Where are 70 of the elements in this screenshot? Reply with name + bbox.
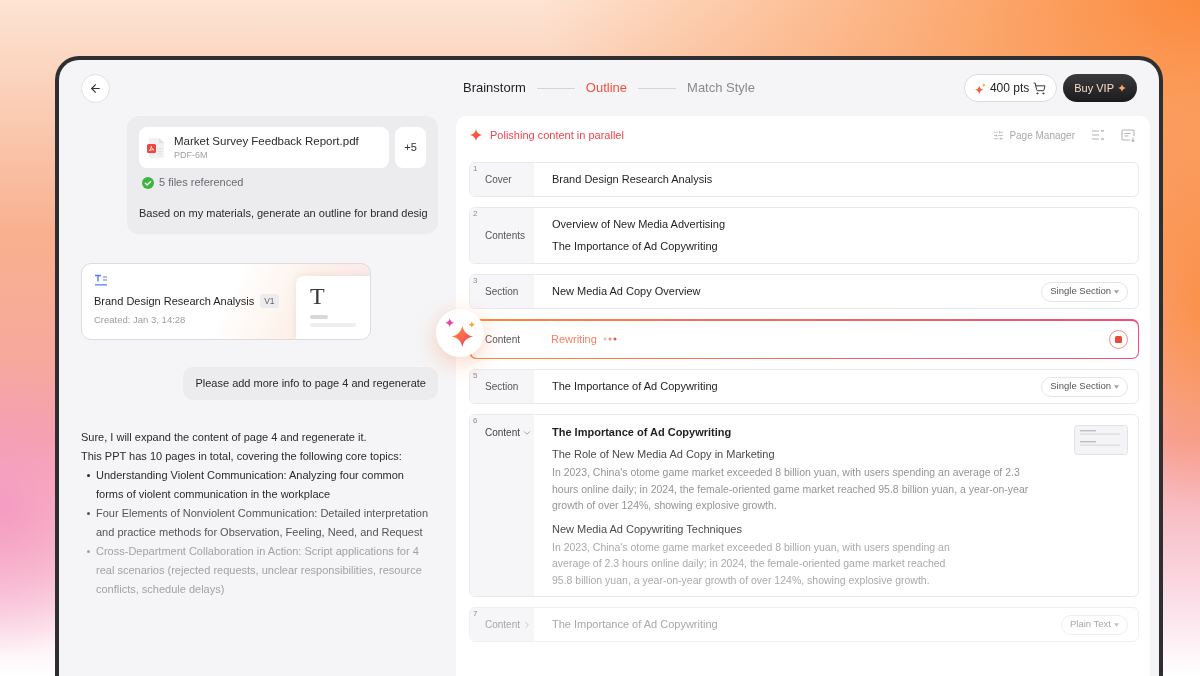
row-type-label: Cover (485, 173, 512, 186)
layout-dropdown[interactable]: Single Section (1041, 281, 1128, 302)
created-date: Created: Jan 3, 14:28 (94, 314, 186, 326)
reply-text: Sure, I will expand the content of page 4 and regenerate it. (81, 430, 368, 445)
outline-text: The Importance of Ad Copywriting (552, 618, 718, 631)
caret-icon (1114, 622, 1119, 627)
page-number: 3 (473, 276, 478, 285)
sliders-icon (993, 129, 1005, 141)
file-name: Market Survey Feedback Report.pdf (174, 134, 359, 148)
page-number: 6 (473, 416, 478, 425)
section-body: In 2023, China's otome game market exceeded 8 billion yuan, with users spending an average of 2.3 hours online daily; in 2024, the female-oriented game market reached 95.8 billion yuan, a year-on-year growth of over 124%, showing explosive growth. (552, 465, 1030, 513)
bullet-icon (87, 550, 90, 553)
document-title: Brand Design Research Analysis (94, 294, 255, 308)
collapse-toggle[interactable]: Content (485, 426, 533, 439)
list-item-text: Cross-Department Collaboration in Action: Script applications for 4 real scenarios (rejected requests, unclear responsibilities, resource conflicts, schedule delays) (96, 544, 423, 597)
layout-dropdown[interactable]: Single Section (1041, 376, 1128, 397)
rewriting-status: Rewriting (551, 332, 597, 346)
stop-icon (1114, 335, 1122, 343)
reply-text: This PPT has 10 pages in total, covering the following core topics: (81, 449, 403, 464)
section-heading: New Media Ad Copywriting Techniques (552, 521, 742, 536)
back-button[interactable] (81, 73, 110, 103)
step-tab[interactable]: Brainstorm (463, 80, 526, 96)
sparkles-icon (974, 82, 986, 94)
vip-button[interactable]: Buy VIP (1063, 74, 1137, 102)
list-item-text: Four Elements of Nonviolent Communication: Detailed interpretation and practice methods for Observation, Feeling, Need, and Request (96, 506, 429, 540)
referenced-label: 5 files referenced (159, 176, 244, 189)
document-arrow-icon[interactable] (1121, 128, 1136, 142)
sparkle-icon (470, 129, 482, 141)
outline-text: Overview of New Media Advertising (552, 218, 725, 231)
version-badge: V1 (260, 294, 279, 308)
slide-thumbnail-drawing (1074, 425, 1128, 455)
bullet-icon (87, 474, 90, 477)
text-format-icon (94, 274, 108, 286)
slide-title: The Importance of Ad Copywriting (552, 425, 732, 439)
outline-text: The Importance of Ad Copywriting (552, 240, 719, 253)
row-type-label: Content (485, 332, 521, 346)
file-card[interactable]: Market Survey Feedback Report.pdf PDF-6M (139, 127, 389, 168)
document-card[interactable]: Brand Design Research Analysis V1 Created: Jan 3, 14:28 T (81, 263, 371, 340)
section-body: In 2023, China's otome game market exceeded 8 billion yuan, with users spending an average of 2.3 hours online daily; in 2024, the female-oriented game market reached 95.8 billion yuan, a year-on-year growth of over 124%, showing explosive growth. (552, 539, 951, 588)
row-type-label: Contents (485, 229, 526, 242)
message-bubble: Please add more info to page 4 and regenerate (183, 367, 438, 400)
page-number: 1 (473, 164, 478, 173)
bullet-icon (87, 512, 90, 515)
loading-dots-icon (602, 337, 617, 341)
points-button[interactable]: 400 pts (963, 74, 1058, 102)
outline-text: Brand Design Research Analysis (552, 173, 713, 186)
caret-icon (1114, 384, 1119, 389)
back-arrow-icon (89, 81, 102, 95)
page-number: 7 (473, 609, 478, 618)
status-text: Polishing content in parallel (490, 128, 624, 142)
text-lines-icon (310, 315, 356, 327)
check-circle-icon (142, 176, 154, 189)
stop-button[interactable] (1108, 329, 1128, 349)
caret-icon (1114, 289, 1119, 294)
more-files-button[interactable]: +5 (395, 127, 426, 168)
outline-text: New Media Ad Copy Overview (552, 285, 701, 298)
list-collapse-icon[interactable] (1091, 129, 1105, 141)
message-text: Based on my materials, generate an outline for brand desig (139, 206, 428, 220)
sparkle-icon (1118, 84, 1126, 92)
section-heading: The Role of New Media Ad Copy in Marketing (552, 447, 775, 461)
pdf-file-icon (147, 137, 165, 158)
preview-letter: T (310, 284, 325, 308)
list-item-text: Understanding Violent Communication: Analyzing four common forms of violent communication in the workplace (96, 468, 405, 502)
row-type-label: Section (485, 380, 519, 393)
page-number: 2 (473, 209, 478, 218)
file-meta: PDF-6M (174, 150, 209, 161)
row-type-label: Section (485, 285, 519, 298)
page-number: 5 (473, 371, 478, 380)
outline-text: The Importance of Ad Copywriting (552, 380, 718, 393)
cart-icon (1033, 81, 1047, 95)
